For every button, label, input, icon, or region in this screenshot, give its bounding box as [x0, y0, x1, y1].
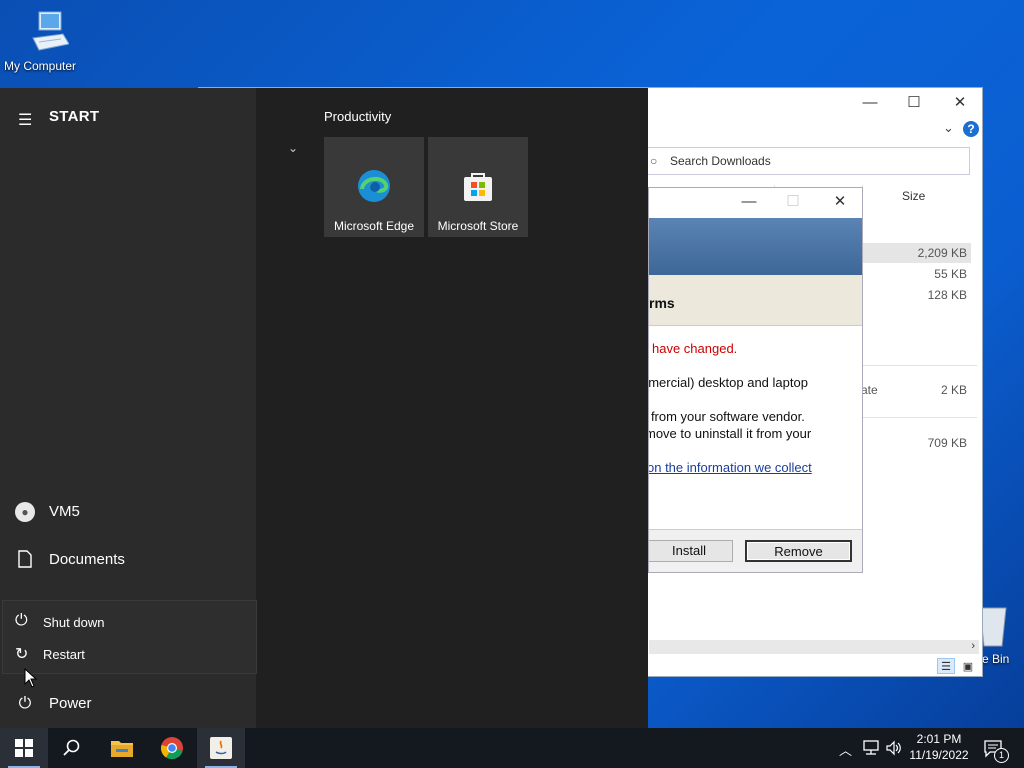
- network-icon[interactable]: [862, 740, 880, 756]
- scroll-right-arrow-icon[interactable]: ›: [971, 640, 975, 652]
- file-name: ate: [861, 383, 878, 397]
- dialog-body-text: r from your software vendor.: [648, 409, 805, 424]
- search-placeholder: Search Downloads: [670, 154, 771, 168]
- user-account-item[interactable]: ● VM5: [0, 492, 256, 532]
- show-hidden-icons-chevron-icon[interactable]: ︿: [839, 740, 852, 759]
- restart-menu-item[interactable]: ↻ Restart: [3, 639, 256, 669]
- tile-label: Microsoft Store: [437, 219, 519, 233]
- close-button[interactable]: ✕: [946, 94, 974, 112]
- search-input[interactable]: ○ Search Downloads: [645, 147, 970, 175]
- dialog-banner: [649, 218, 862, 275]
- microsoft-edge-tile[interactable]: Microsoft Edge: [324, 137, 424, 237]
- chrome-icon: [160, 737, 183, 760]
- java-icon: [210, 737, 232, 759]
- power-submenu[interactable]: ⏻ Shut down ↻ Restart: [2, 600, 257, 674]
- clock-date: 11/19/2022: [909, 748, 969, 762]
- dialog-warning-text: have changed.: [652, 341, 738, 356]
- start-menu[interactable]: ☰ START ● VM5 Documents ⏻ Shut down ↻ Re…: [0, 88, 648, 728]
- dialog-maximize-button: ☐: [786, 193, 800, 210]
- computer-icon: [32, 11, 70, 51]
- dialog-header-band: [649, 275, 862, 326]
- column-header-size[interactable]: Size: [902, 189, 925, 203]
- hamburger-menu-icon[interactable]: ☰: [18, 110, 32, 130]
- document-icon: [15, 550, 35, 570]
- remove-button[interactable]: Remove: [745, 540, 852, 562]
- install-button[interactable]: Install: [649, 540, 733, 562]
- start-button[interactable]: [0, 728, 48, 768]
- privacy-info-link[interactable]: on the information we collect: [649, 460, 812, 475]
- my-computer-desktop-icon[interactable]: My Computer: [0, 8, 80, 73]
- folder-icon: [111, 741, 133, 757]
- restart-icon: ↻: [15, 646, 29, 663]
- file-size: 2 KB: [940, 383, 967, 397]
- volume-icon[interactable]: [885, 740, 903, 756]
- microsoft-store-tile[interactable]: Microsoft Store: [428, 137, 528, 237]
- windows-logo-icon: [15, 739, 33, 757]
- dialog-heading: rms: [649, 295, 675, 311]
- tile-group-title: Productivity: [324, 109, 392, 124]
- user-avatar-icon: ●: [15, 502, 35, 522]
- start-title: START: [49, 108, 100, 125]
- taskbar-clock[interactable]: 2:01 PM 11/19/2022: [905, 731, 973, 763]
- chrome-taskbar-button[interactable]: [148, 728, 196, 768]
- details-view-button[interactable]: ☰: [937, 658, 955, 674]
- action-center-button[interactable]: 1: [980, 728, 1024, 768]
- my-computer-label: My Computer: [3, 59, 77, 73]
- power-icon: ⏻: [15, 612, 28, 629]
- file-size: 55 KB: [934, 267, 967, 281]
- help-icon[interactable]: ?: [963, 121, 979, 137]
- search-button[interactable]: [48, 728, 96, 768]
- power-label: Power: [49, 695, 92, 712]
- large-icons-view-button[interactable]: ▣: [959, 658, 977, 674]
- search-icon: [63, 739, 80, 756]
- store-logo-icon: [464, 173, 492, 201]
- shutdown-menu-item[interactable]: ⏻ Shut down: [3, 607, 256, 637]
- search-icon: ○: [650, 154, 658, 168]
- clock-time: 2:01 PM: [916, 732, 962, 746]
- recycle-bin-label: e Bin: [982, 652, 1010, 666]
- shutdown-label: Shut down: [43, 615, 105, 630]
- file-explorer-taskbar-button[interactable]: [98, 728, 146, 768]
- restart-label: Restart: [43, 647, 85, 662]
- power-icon: ⏻: [18, 695, 32, 712]
- taskbar: ︿ 2:01 PM 11/19/2022 1: [0, 728, 1024, 768]
- collapse-group-chevron-icon[interactable]: ⌄: [288, 141, 298, 155]
- documents-label: Documents: [49, 551, 125, 568]
- maximize-button[interactable]: ☐: [900, 94, 928, 112]
- minimize-button[interactable]: —: [856, 94, 884, 112]
- ribbon-expand-chevron-icon[interactable]: ⌄: [943, 120, 954, 136]
- user-name: VM5: [49, 503, 80, 520]
- dialog-minimize-button[interactable]: —: [735, 193, 763, 211]
- file-size: 709 KB: [927, 436, 967, 450]
- documents-item[interactable]: Documents: [0, 540, 256, 580]
- power-item[interactable]: ⏻ Power: [0, 684, 256, 724]
- tile-label: Microsoft Edge: [333, 219, 415, 233]
- dialog-body-text: nmercial) desktop and laptop: [648, 375, 808, 390]
- edge-logo-icon: [358, 170, 390, 202]
- mouse-cursor-icon: [24, 668, 38, 688]
- notification-count-badge: 1: [994, 748, 1009, 763]
- java-installer-taskbar-button[interactable]: [197, 728, 245, 768]
- dialog-close-button[interactable]: ✕: [826, 193, 854, 211]
- installer-dialog[interactable]: — ☐ ✕ rms have changed. nmercial) deskto…: [648, 187, 863, 573]
- dialog-body-text: move to uninstall it from your: [648, 426, 812, 441]
- horizontal-scrollbar[interactable]: ›: [649, 640, 979, 654]
- file-size: 2,209 KB: [917, 246, 967, 260]
- file-size: 128 KB: [927, 288, 967, 302]
